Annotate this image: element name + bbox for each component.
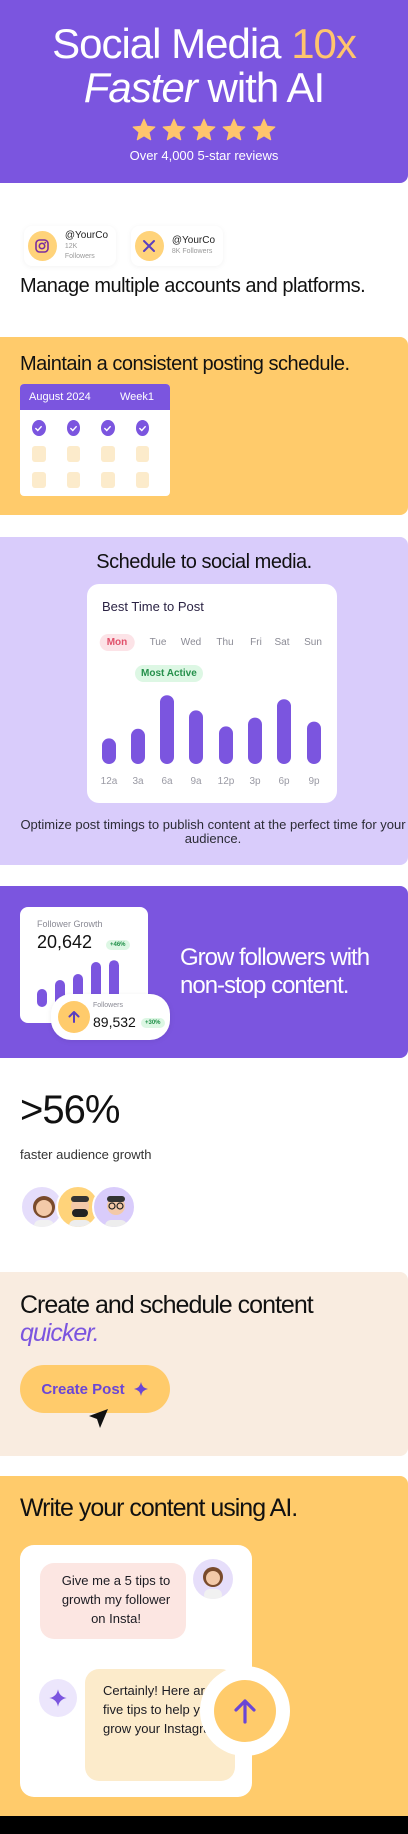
hour-label: 9p xyxy=(308,776,320,787)
growth-stat: >56% xyxy=(20,1088,120,1132)
arrow-up-icon xyxy=(58,1001,90,1033)
schedule-section: Maintain a consistent posting schedule. … xyxy=(0,337,408,515)
activity-bar-9a xyxy=(189,710,203,764)
calendar-day-cell[interactable] xyxy=(66,446,80,462)
account-chip-x[interactable]: @YourCo 8K Followers xyxy=(131,226,223,266)
hero-title-italic: Faster xyxy=(83,64,198,111)
write-headline: Write your content using AI. xyxy=(20,1494,298,1522)
activity-bar-12a xyxy=(102,738,116,764)
sparkle-icon xyxy=(133,1382,148,1396)
calendar-row xyxy=(20,446,170,462)
followers-card: Followers 89,532 +30% xyxy=(51,994,170,1040)
hero-section: Social Media 10x Faster with AI Over 4,0… xyxy=(0,0,408,183)
instagram-icon xyxy=(28,231,57,261)
avatar-group xyxy=(20,1185,150,1233)
hero-title-text-2: with AI xyxy=(196,64,325,111)
avatar xyxy=(92,1185,136,1229)
calendar-header: August 2024 Week1 xyxy=(20,384,170,410)
activity-bar-6a xyxy=(160,695,174,764)
best-time-caption: Optimize post timings to publish content… xyxy=(20,817,406,846)
calendar-card: August 2024 Week1 xyxy=(20,384,170,496)
growth-bar xyxy=(37,989,47,1007)
calendar-day-cell[interactable] xyxy=(32,446,46,462)
schedule-headline: Maintain a consistent posting schedule. xyxy=(20,353,350,375)
check-icon[interactable] xyxy=(32,420,46,436)
calendar-day-cell[interactable] xyxy=(66,472,80,488)
calendar-row xyxy=(20,472,170,488)
star-icon xyxy=(192,118,216,141)
best-time-card: Best Time to Post Mon Tue Wed Thu Fri Sat Sun … xyxy=(87,584,337,803)
calendar-row xyxy=(20,420,170,436)
growth-stat-label: faster audience growth xyxy=(20,1147,152,1162)
account-handle: @YourCo xyxy=(64,230,108,241)
create-headline: Create and schedule content xyxy=(20,1291,314,1319)
x-logo-icon xyxy=(135,231,164,261)
user-message-bubble: Give me a 5 tips to growth my follower o… xyxy=(40,1563,186,1639)
rating-stars xyxy=(0,117,408,148)
calendar-day-cell[interactable] xyxy=(101,472,115,488)
star-icon xyxy=(222,118,246,141)
activity-bar-chart xyxy=(102,695,321,764)
arrow-up-icon xyxy=(214,1680,276,1742)
followers-label: Followers xyxy=(93,1002,123,1009)
check-icon[interactable] xyxy=(66,420,80,436)
account-chip-instagram[interactable]: @YourCo 12K Followers xyxy=(24,226,116,266)
star-icon xyxy=(132,118,156,141)
hour-label: 12p xyxy=(217,776,235,787)
write-section: Write your content using AI. Give me a 5… xyxy=(0,1476,408,1816)
hero-title-text: Social Media xyxy=(52,20,292,67)
calendar-day-cell[interactable] xyxy=(32,472,46,488)
hour-label: 6a xyxy=(161,776,173,787)
hero-title-accent: 10x xyxy=(291,20,357,67)
accounts-headline: Manage multiple accounts and platforms. xyxy=(20,275,366,297)
activity-bar-12p xyxy=(219,726,233,764)
calendar-month: August 2024 xyxy=(29,391,91,403)
create-post-label: Create Post xyxy=(41,1380,125,1398)
account-followers: 8K Followers xyxy=(171,248,213,255)
activity-bar-6p xyxy=(277,699,291,764)
account-handle: @YourCo xyxy=(171,235,215,246)
grow-section: Follower Growth 20,642 +46% Followers 89… xyxy=(0,886,408,1058)
calendar-day-cell[interactable] xyxy=(135,446,149,462)
check-icon[interactable] xyxy=(101,420,115,436)
create-headline-accent: quicker. xyxy=(20,1319,100,1347)
calendar-day-cell[interactable] xyxy=(135,472,149,488)
create-section: Create and schedule content quicker. Cre… xyxy=(0,1272,408,1456)
hour-label: 9a xyxy=(190,776,202,787)
hour-label: 3p xyxy=(249,776,261,787)
cursor-arrow-icon xyxy=(89,1409,108,1428)
activity-bar-3a xyxy=(131,728,145,764)
hour-label: 12a xyxy=(100,776,118,787)
grow-headline: Grow followers with non-stop content. xyxy=(180,944,370,999)
hour-label: 3a xyxy=(132,776,144,787)
followers-value: 89,532 xyxy=(93,1014,136,1030)
send-button[interactable] xyxy=(200,1666,290,1756)
activity-bar-3p xyxy=(248,717,262,764)
followers-badge: +30% xyxy=(141,1018,165,1028)
reviews-count: Over 4,000 5-star reviews xyxy=(129,148,279,163)
check-icon[interactable] xyxy=(135,420,149,436)
star-icon xyxy=(252,118,276,141)
account-followers: 12K Followers xyxy=(64,243,95,260)
activity-bar-9p xyxy=(307,721,321,764)
calendar-week: Week1 xyxy=(119,391,154,403)
calendar-day-cell[interactable] xyxy=(101,446,115,462)
hour-label: 6p xyxy=(278,776,290,787)
hero-title-line2: Faster with AI xyxy=(0,62,408,114)
chat-card: Give me a 5 tips to growth my follower o… xyxy=(20,1545,290,1797)
best-time-section-title: Schedule to social media. xyxy=(96,551,312,573)
user-avatar xyxy=(193,1559,233,1599)
star-icon xyxy=(162,118,186,141)
best-time-section: Schedule to social media. Best Time to P… xyxy=(0,537,408,865)
ai-sparkle-icon xyxy=(39,1679,77,1717)
bottom-edge xyxy=(0,1816,408,1834)
